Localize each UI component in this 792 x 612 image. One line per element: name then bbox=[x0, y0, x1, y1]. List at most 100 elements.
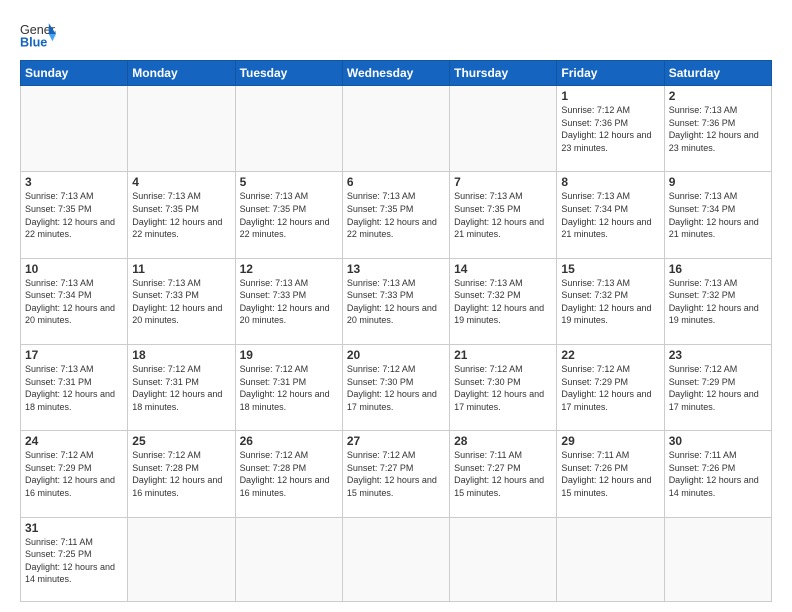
day-info: Sunrise: 7:13 AM Sunset: 7:32 PM Dayligh… bbox=[561, 277, 659, 327]
calendar-cell bbox=[235, 517, 342, 601]
day-info: Sunrise: 7:12 AM Sunset: 7:36 PM Dayligh… bbox=[561, 104, 659, 154]
day-info: Sunrise: 7:13 AM Sunset: 7:34 PM Dayligh… bbox=[669, 190, 767, 240]
day-info: Sunrise: 7:13 AM Sunset: 7:33 PM Dayligh… bbox=[240, 277, 338, 327]
calendar-cell: 31Sunrise: 7:11 AM Sunset: 7:25 PM Dayli… bbox=[21, 517, 128, 601]
day-number: 30 bbox=[669, 434, 767, 448]
day-info: Sunrise: 7:13 AM Sunset: 7:35 PM Dayligh… bbox=[347, 190, 445, 240]
calendar-week-row: 24Sunrise: 7:12 AM Sunset: 7:29 PM Dayli… bbox=[21, 431, 772, 517]
calendar-cell: 5Sunrise: 7:13 AM Sunset: 7:35 PM Daylig… bbox=[235, 172, 342, 258]
calendar-cell: 28Sunrise: 7:11 AM Sunset: 7:27 PM Dayli… bbox=[450, 431, 557, 517]
calendar-cell bbox=[235, 86, 342, 172]
weekday-header-row: SundayMondayTuesdayWednesdayThursdayFrid… bbox=[21, 61, 772, 86]
day-info: Sunrise: 7:12 AM Sunset: 7:28 PM Dayligh… bbox=[240, 449, 338, 499]
day-info: Sunrise: 7:12 AM Sunset: 7:30 PM Dayligh… bbox=[454, 363, 552, 413]
day-number: 24 bbox=[25, 434, 123, 448]
svg-text:Blue: Blue bbox=[20, 36, 47, 50]
day-number: 1 bbox=[561, 89, 659, 103]
calendar-cell: 18Sunrise: 7:12 AM Sunset: 7:31 PM Dayli… bbox=[128, 344, 235, 430]
day-number: 11 bbox=[132, 262, 230, 276]
day-number: 20 bbox=[347, 348, 445, 362]
day-info: Sunrise: 7:13 AM Sunset: 7:32 PM Dayligh… bbox=[454, 277, 552, 327]
calendar-cell: 26Sunrise: 7:12 AM Sunset: 7:28 PM Dayli… bbox=[235, 431, 342, 517]
day-number: 3 bbox=[25, 175, 123, 189]
calendar-cell: 10Sunrise: 7:13 AM Sunset: 7:34 PM Dayli… bbox=[21, 258, 128, 344]
day-number: 2 bbox=[669, 89, 767, 103]
day-number: 19 bbox=[240, 348, 338, 362]
calendar-cell bbox=[557, 517, 664, 601]
calendar-table: SundayMondayTuesdayWednesdayThursdayFrid… bbox=[20, 60, 772, 602]
calendar-cell: 27Sunrise: 7:12 AM Sunset: 7:27 PM Dayli… bbox=[342, 431, 449, 517]
calendar-cell: 30Sunrise: 7:11 AM Sunset: 7:26 PM Dayli… bbox=[664, 431, 771, 517]
day-info: Sunrise: 7:13 AM Sunset: 7:35 PM Dayligh… bbox=[132, 190, 230, 240]
day-number: 21 bbox=[454, 348, 552, 362]
day-number: 4 bbox=[132, 175, 230, 189]
calendar-week-row: 3Sunrise: 7:13 AM Sunset: 7:35 PM Daylig… bbox=[21, 172, 772, 258]
day-number: 10 bbox=[25, 262, 123, 276]
day-number: 26 bbox=[240, 434, 338, 448]
calendar-cell: 24Sunrise: 7:12 AM Sunset: 7:29 PM Dayli… bbox=[21, 431, 128, 517]
calendar-cell: 12Sunrise: 7:13 AM Sunset: 7:33 PM Dayli… bbox=[235, 258, 342, 344]
calendar-cell: 20Sunrise: 7:12 AM Sunset: 7:30 PM Dayli… bbox=[342, 344, 449, 430]
calendar-cell: 1Sunrise: 7:12 AM Sunset: 7:36 PM Daylig… bbox=[557, 86, 664, 172]
day-info: Sunrise: 7:13 AM Sunset: 7:36 PM Dayligh… bbox=[669, 104, 767, 154]
calendar-cell bbox=[128, 86, 235, 172]
day-info: Sunrise: 7:13 AM Sunset: 7:35 PM Dayligh… bbox=[25, 190, 123, 240]
day-number: 6 bbox=[347, 175, 445, 189]
day-number: 9 bbox=[669, 175, 767, 189]
calendar-cell: 13Sunrise: 7:13 AM Sunset: 7:33 PM Dayli… bbox=[342, 258, 449, 344]
day-info: Sunrise: 7:12 AM Sunset: 7:30 PM Dayligh… bbox=[347, 363, 445, 413]
calendar-cell: 29Sunrise: 7:11 AM Sunset: 7:26 PM Dayli… bbox=[557, 431, 664, 517]
calendar-cell: 11Sunrise: 7:13 AM Sunset: 7:33 PM Dayli… bbox=[128, 258, 235, 344]
day-number: 18 bbox=[132, 348, 230, 362]
calendar-cell: 17Sunrise: 7:13 AM Sunset: 7:31 PM Dayli… bbox=[21, 344, 128, 430]
day-number: 7 bbox=[454, 175, 552, 189]
day-info: Sunrise: 7:12 AM Sunset: 7:29 PM Dayligh… bbox=[25, 449, 123, 499]
weekday-header-monday: Monday bbox=[128, 61, 235, 86]
weekday-header-saturday: Saturday bbox=[664, 61, 771, 86]
calendar-cell: 21Sunrise: 7:12 AM Sunset: 7:30 PM Dayli… bbox=[450, 344, 557, 430]
day-info: Sunrise: 7:12 AM Sunset: 7:31 PM Dayligh… bbox=[132, 363, 230, 413]
day-info: Sunrise: 7:12 AM Sunset: 7:29 PM Dayligh… bbox=[561, 363, 659, 413]
weekday-header-tuesday: Tuesday bbox=[235, 61, 342, 86]
day-number: 13 bbox=[347, 262, 445, 276]
day-number: 17 bbox=[25, 348, 123, 362]
day-info: Sunrise: 7:11 AM Sunset: 7:27 PM Dayligh… bbox=[454, 449, 552, 499]
logo: General Blue bbox=[20, 16, 56, 52]
calendar-cell bbox=[450, 517, 557, 601]
calendar-cell: 22Sunrise: 7:12 AM Sunset: 7:29 PM Dayli… bbox=[557, 344, 664, 430]
day-number: 16 bbox=[669, 262, 767, 276]
calendar-cell: 2Sunrise: 7:13 AM Sunset: 7:36 PM Daylig… bbox=[664, 86, 771, 172]
calendar-cell: 3Sunrise: 7:13 AM Sunset: 7:35 PM Daylig… bbox=[21, 172, 128, 258]
calendar-cell: 25Sunrise: 7:12 AM Sunset: 7:28 PM Dayli… bbox=[128, 431, 235, 517]
day-number: 23 bbox=[669, 348, 767, 362]
calendar-cell bbox=[21, 86, 128, 172]
calendar-cell bbox=[450, 86, 557, 172]
day-info: Sunrise: 7:12 AM Sunset: 7:31 PM Dayligh… bbox=[240, 363, 338, 413]
calendar-cell: 16Sunrise: 7:13 AM Sunset: 7:32 PM Dayli… bbox=[664, 258, 771, 344]
weekday-header-wednesday: Wednesday bbox=[342, 61, 449, 86]
calendar-cell: 9Sunrise: 7:13 AM Sunset: 7:34 PM Daylig… bbox=[664, 172, 771, 258]
day-info: Sunrise: 7:13 AM Sunset: 7:32 PM Dayligh… bbox=[669, 277, 767, 327]
day-info: Sunrise: 7:12 AM Sunset: 7:27 PM Dayligh… bbox=[347, 449, 445, 499]
weekday-header-sunday: Sunday bbox=[21, 61, 128, 86]
day-info: Sunrise: 7:11 AM Sunset: 7:25 PM Dayligh… bbox=[25, 536, 123, 586]
day-number: 8 bbox=[561, 175, 659, 189]
day-info: Sunrise: 7:13 AM Sunset: 7:35 PM Dayligh… bbox=[240, 190, 338, 240]
day-info: Sunrise: 7:13 AM Sunset: 7:33 PM Dayligh… bbox=[132, 277, 230, 327]
day-number: 29 bbox=[561, 434, 659, 448]
day-number: 5 bbox=[240, 175, 338, 189]
day-info: Sunrise: 7:13 AM Sunset: 7:31 PM Dayligh… bbox=[25, 363, 123, 413]
day-info: Sunrise: 7:13 AM Sunset: 7:35 PM Dayligh… bbox=[454, 190, 552, 240]
logo-icon: General Blue bbox=[20, 16, 56, 52]
calendar-cell bbox=[342, 86, 449, 172]
day-info: Sunrise: 7:13 AM Sunset: 7:33 PM Dayligh… bbox=[347, 277, 445, 327]
calendar-week-row: 1Sunrise: 7:12 AM Sunset: 7:36 PM Daylig… bbox=[21, 86, 772, 172]
day-number: 28 bbox=[454, 434, 552, 448]
day-info: Sunrise: 7:12 AM Sunset: 7:29 PM Dayligh… bbox=[669, 363, 767, 413]
day-info: Sunrise: 7:13 AM Sunset: 7:34 PM Dayligh… bbox=[561, 190, 659, 240]
calendar-cell: 4Sunrise: 7:13 AM Sunset: 7:35 PM Daylig… bbox=[128, 172, 235, 258]
page-header: General Blue bbox=[20, 16, 772, 52]
day-number: 27 bbox=[347, 434, 445, 448]
calendar-cell: 15Sunrise: 7:13 AM Sunset: 7:32 PM Dayli… bbox=[557, 258, 664, 344]
calendar-cell: 6Sunrise: 7:13 AM Sunset: 7:35 PM Daylig… bbox=[342, 172, 449, 258]
